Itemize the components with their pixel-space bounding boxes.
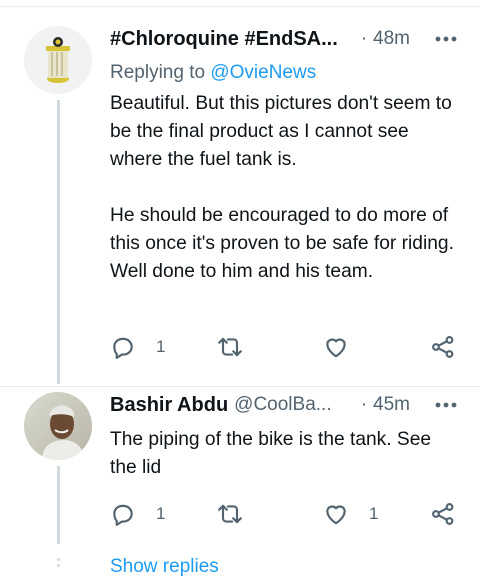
retweet-icon [218,337,242,357]
tweet-header: Bashir Abdu @CoolBa... · 45m [110,391,458,419]
share-icon [432,503,454,525]
like-button[interactable]: 1 [323,499,378,529]
retweet-button[interactable] [216,332,244,362]
separator-dot: · [360,394,368,415]
share-icon [432,336,454,358]
display-name[interactable]: #Chloroquine #EndSA... [110,28,338,51]
retweet-icon [218,504,242,524]
tweet-paragraph: The piping of the bike is the tank. See … [110,429,432,478]
tweet-text: The piping of the bike is the tank. See … [110,426,440,482]
avatar[interactable] [24,392,92,460]
user-handle[interactable]: @CoolBa... [234,394,331,416]
display-name[interactable]: Bashir Abdu [110,394,228,417]
tweet-header: #Chloroquine #EndSA... · 48m [110,25,458,53]
avatar[interactable] [24,26,92,94]
retweet-button[interactable] [216,499,244,529]
top-divider [0,6,480,7]
reply-count: 1 [156,504,166,523]
thread-dots [57,558,60,570]
like-icon [326,505,346,525]
mention-link[interactable]: @OvieNews [210,62,316,83]
show-replies-link[interactable]: Show replies [110,556,219,578]
thread-line [57,100,60,384]
time-value: 48m [373,28,410,49]
tweet-divider [0,386,480,387]
like-icon [326,338,346,358]
trophy-avatar-image [24,26,92,94]
timestamp[interactable]: · 48m [347,28,410,50]
timestamp[interactable]: · 45m [347,394,410,416]
tweet-text: Beautiful. But this pictures don't seem … [110,90,465,286]
time-value: 45m [373,394,410,415]
reply-icon [113,504,133,526]
profile-photo-image [24,392,92,460]
action-bar: 1 1 [110,499,458,529]
more-icon[interactable] [434,395,458,415]
reply-count: 1 [156,337,166,356]
separator-dot: · [360,28,368,49]
thread-line [57,466,60,544]
more-icon[interactable] [434,29,458,49]
reply-button[interactable]: 1 [110,332,165,362]
like-count: 1 [369,504,379,523]
reply-button[interactable]: 1 [110,499,165,529]
like-button[interactable] [323,332,349,362]
share-button[interactable] [430,332,456,362]
action-bar: 1 [110,332,458,362]
replying-to: Replying to @OvieNews [110,62,316,84]
share-button[interactable] [430,499,456,529]
tweet-paragraph: Beautiful. But this pictures don't seem … [110,93,452,170]
replying-label: Replying to [110,62,206,83]
tweet-paragraph: He should be encouraged to do more of th… [110,205,454,282]
reply-icon [113,337,133,359]
